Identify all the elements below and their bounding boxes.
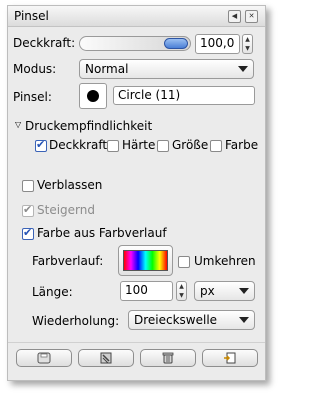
pressure-header[interactable]: Druckempfindlichkeit — [25, 119, 152, 133]
brush-options-panel: Pinsel ◀ ✕ Deckkraft: 100,0 ▲ ▼ Modus: No… — [7, 5, 266, 381]
gradient-color-label: Farbe aus Farbverlauf — [37, 226, 167, 240]
incremental-label: Steigernd — [37, 203, 95, 217]
fade-label: Verblassen — [37, 178, 103, 192]
mode-label: Modus: — [13, 62, 57, 76]
repeat-select[interactable]: Dreieckswelle — [128, 310, 255, 330]
length-input[interactable]: 100 — [120, 281, 173, 301]
delete-options-button[interactable] — [140, 349, 196, 367]
pressure-hardness-checkbox[interactable] — [107, 140, 119, 152]
restore-icon — [100, 352, 112, 364]
trash-icon — [162, 352, 174, 364]
mode-value: Normal — [85, 62, 129, 76]
length-label: Länge: — [32, 285, 73, 299]
opacity-input[interactable]: 100,0 — [195, 34, 240, 54]
pressure-size-checkbox[interactable] — [157, 140, 169, 152]
reverse-label: Umkehren — [194, 254, 256, 268]
pressure-opacity-label: Deckkraft — [49, 138, 108, 152]
reset-options-button[interactable] — [202, 349, 258, 367]
chevron-down-icon — [239, 317, 249, 323]
chevron-down-icon — [238, 66, 248, 72]
pressure-size-label: Größe — [172, 138, 209, 152]
length-spin-button[interactable]: ▲ ▼ — [176, 281, 187, 301]
brush-name-field[interactable]: Circle (11) — [113, 86, 255, 105]
title-bar: Pinsel ◀ ✕ — [8, 6, 265, 27]
repeat-label: Wiederholung: — [32, 314, 120, 328]
save-icon — [37, 352, 51, 364]
close-icon[interactable]: ✕ — [245, 10, 258, 23]
incremental-checkbox[interactable] — [22, 203, 34, 217]
reverse-checkbox[interactable] — [178, 256, 190, 268]
panel-title: Pinsel — [14, 9, 49, 23]
reset-icon — [224, 352, 236, 364]
chevron-down-icon — [239, 288, 249, 294]
save-options-button[interactable] — [16, 349, 72, 367]
repeat-value: Dreieckswelle — [134, 313, 218, 327]
tab-menu-icon[interactable]: ◀ — [228, 10, 241, 23]
gradient-button[interactable] — [118, 245, 173, 276]
pressure-color-label: Farbe — [225, 138, 259, 152]
gradient-color-checkbox[interactable] — [22, 226, 34, 240]
opacity-label: Deckkraft: — [13, 36, 76, 50]
pressure-opacity-checkbox[interactable] — [35, 138, 47, 152]
gradient-preview — [123, 250, 168, 271]
brush-preview-button[interactable] — [79, 83, 107, 109]
pressure-color-checkbox[interactable] — [210, 140, 222, 152]
restore-options-button[interactable] — [78, 349, 134, 367]
opacity-slider-handle[interactable] — [164, 38, 188, 49]
brush-label: Pinsel: — [13, 90, 52, 104]
opacity-slider[interactable] — [79, 36, 191, 51]
unit-select[interactable]: px — [194, 281, 255, 301]
mode-select[interactable]: Normal — [79, 59, 254, 79]
divider — [8, 342, 265, 343]
brush-circle-icon — [87, 90, 99, 102]
expander-triangle-icon[interactable]: ▽ — [15, 120, 21, 129]
gradient-label: Farbverlauf: — [32, 254, 104, 268]
unit-value: px — [200, 284, 215, 298]
pressure-hardness-label: Härte — [122, 138, 156, 152]
opacity-spin-button[interactable]: ▲ ▼ — [242, 34, 253, 54]
fade-checkbox[interactable] — [22, 180, 34, 192]
